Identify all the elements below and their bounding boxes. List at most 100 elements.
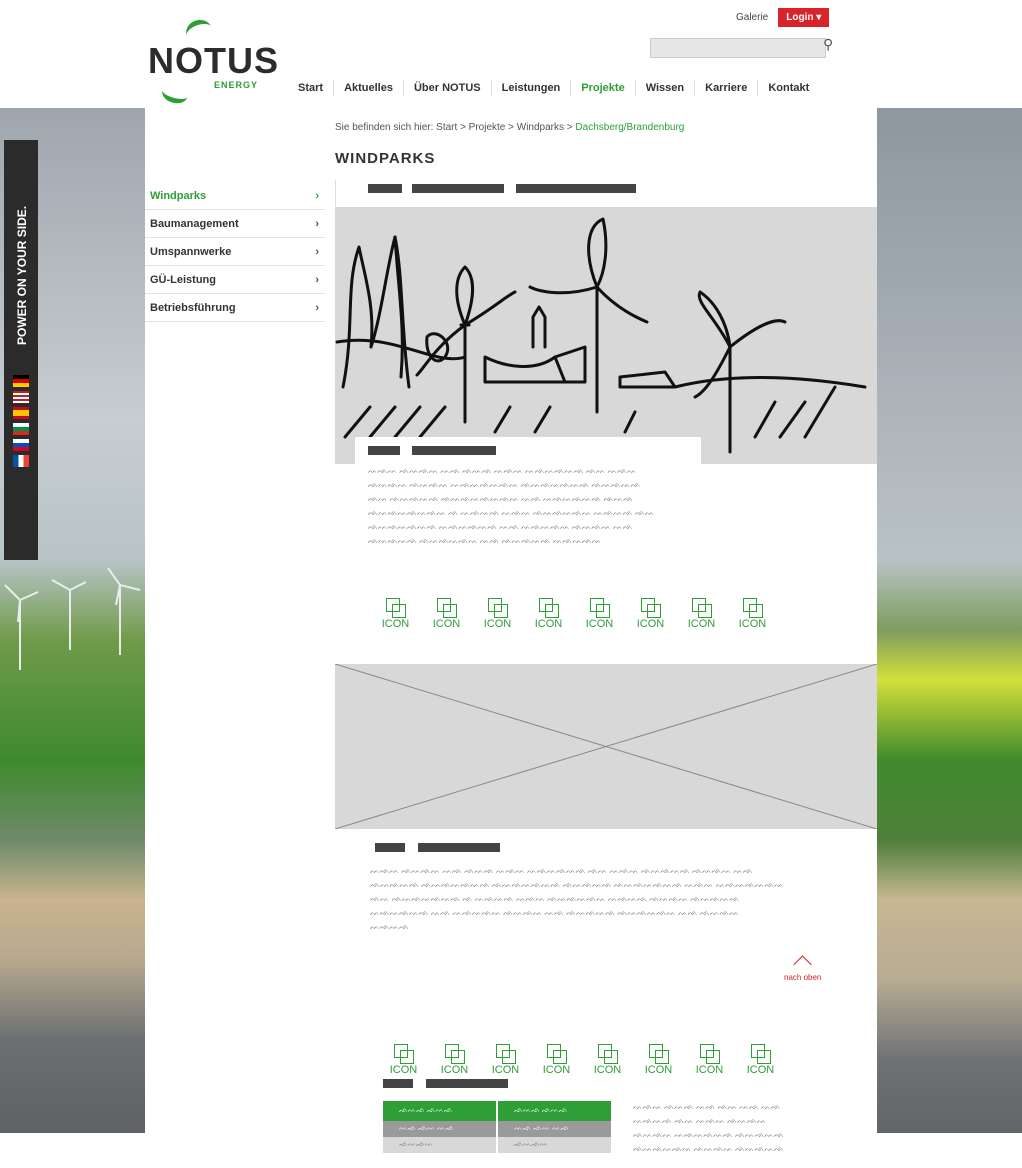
icon-label: ICON bbox=[381, 618, 410, 630]
icon-link[interactable]: ICON bbox=[574, 598, 625, 630]
text-line: ᨒᨓᨒᨓᨒᨓᨒᨓ ᨒ ᨓᨒᨓᨒ ᨓᨒᨓ ᨒᨓᨒᨓᨒᨓ ᨓᨒᨓᨒ ᨒᨓ bbox=[368, 508, 655, 517]
nav-aktuelles[interactable]: Aktuelles bbox=[333, 80, 403, 96]
power-banner-text: POWER ON YOUR SIDE. bbox=[15, 206, 29, 345]
text-line: ᨓᨒᨓ ᨒᨓᨒ ᨓᨒ ᨒᨓ ᨓᨒ ᨓᨒ bbox=[633, 1102, 781, 1111]
logo-wordmark: NOTUS bbox=[148, 40, 279, 81]
table-cell: ᨒᨓᨒᨓ bbox=[383, 1137, 498, 1153]
text-line: ᨓᨒᨓᨒ bbox=[370, 922, 410, 931]
main-navigation: Start Aktuelles Über NOTUS Leistungen Pr… bbox=[292, 80, 819, 96]
flag-bg-icon[interactable] bbox=[13, 423, 29, 435]
nav-projekte[interactable]: Projekte bbox=[570, 80, 634, 96]
text-line: ᨒᨓᨒᨓᨒ ᨒᨓᨒᨓᨒᨓᨒ ᨒᨓᨒᨓᨒᨓᨒ ᨒᨓᨒᨓᨒ ᨒᨓᨒᨓᨒᨓᨒ ᨓᨒᨓ … bbox=[370, 880, 784, 889]
text-line: ᨓᨒᨓ ᨒᨓᨒᨓ ᨓᨒ ᨒᨓᨒ ᨓᨒᨓ ᨓᨒᨓᨒᨓᨒ ᨒᨓ ᨓᨒᨓ bbox=[368, 466, 637, 475]
back-to-top-link[interactable]: nach oben bbox=[784, 955, 821, 982]
placeholder-icon bbox=[597, 1044, 618, 1064]
icon-link[interactable]: ICON bbox=[472, 598, 523, 630]
text-line: ᨓᨒᨓ ᨒᨓᨒᨓ ᨓᨒ ᨒᨓᨒ ᨓᨒᨓ ᨓᨒᨓᨒᨓᨒ ᨒᨓ ᨓᨒᨓ ᨒᨓᨒᨓᨒ … bbox=[370, 866, 753, 875]
placeholder-icon bbox=[691, 598, 712, 618]
nav-karriere[interactable]: Karriere bbox=[694, 80, 757, 96]
icon-link[interactable]: ICON bbox=[676, 598, 727, 630]
icon-label: ICON bbox=[432, 618, 461, 630]
icon-link[interactable]: ICON bbox=[429, 1044, 480, 1076]
placeholder-icon bbox=[546, 1044, 567, 1064]
search-input[interactable] bbox=[650, 38, 826, 58]
flag-fr-icon[interactable] bbox=[13, 455, 29, 467]
nav-ueber-notus[interactable]: Über NOTUS bbox=[402, 80, 491, 96]
icon-link[interactable]: ICON bbox=[625, 598, 676, 630]
breadcrumb-path[interactable]: Sie befinden sich hier: Start > Projekte… bbox=[335, 122, 575, 133]
background-photo-right bbox=[877, 0, 1022, 1168]
placeholder-icon bbox=[444, 1044, 465, 1064]
flag-ru-icon[interactable] bbox=[13, 439, 29, 451]
side-text: ᨓᨒᨓ ᨒᨓᨒ ᨓᨒ ᨒᨓ ᨓᨒ ᨓᨒ ᨓᨒᨓᨒ ᨒᨓ ᨓᨒᨓ ᨒᨓᨒᨓ ᨒᨓᨒ… bbox=[633, 1100, 833, 1156]
heading-placeholder-bar bbox=[412, 184, 504, 193]
nav-kontakt[interactable]: Kontakt bbox=[757, 80, 819, 96]
text-line: ᨒᨓᨒᨓ ᨓᨒᨓᨒᨓᨒ ᨒᨓᨒᨓᨒ bbox=[633, 1130, 784, 1139]
icon-link[interactable]: ICON bbox=[421, 598, 472, 630]
icon-link[interactable]: ICON bbox=[378, 1044, 429, 1076]
nav-start[interactable]: Start bbox=[292, 80, 333, 96]
image-placeholder bbox=[335, 664, 877, 829]
breadcrumb-current[interactable]: Dachsberg/Brandenburg bbox=[575, 122, 684, 133]
icon-link[interactable]: ICON bbox=[684, 1044, 735, 1076]
sidebar-item-umspannwerke[interactable]: Umspannwerke › bbox=[145, 238, 325, 266]
icon-link[interactable]: ICON bbox=[727, 598, 778, 630]
icon-label: ICON bbox=[738, 618, 767, 630]
notus-logo[interactable]: NOTUS ENERGY bbox=[148, 16, 278, 107]
text-line: ᨓᨒᨓᨒ ᨒᨓ ᨓᨒᨓ ᨒᨓᨒᨓ bbox=[633, 1116, 767, 1125]
placeholder-icon bbox=[487, 598, 508, 618]
icon-row-2: ICON ICON ICON ICON ICON ICON ICON ICON bbox=[378, 1044, 786, 1076]
placeholder-icon bbox=[589, 598, 610, 618]
icon-label: ICON bbox=[585, 618, 614, 630]
sidebar-item-gue-leistung[interactable]: GÜ-Leistung › bbox=[145, 266, 325, 294]
divider bbox=[335, 180, 336, 206]
flag-es-icon[interactable] bbox=[13, 407, 29, 419]
sidebar-item-label: Umspannwerke bbox=[150, 245, 232, 258]
flag-us-icon[interactable] bbox=[13, 391, 29, 403]
chevron-right-icon: › bbox=[315, 189, 319, 202]
icon-link[interactable]: ICON bbox=[735, 1044, 786, 1076]
placeholder-icon bbox=[495, 1044, 516, 1064]
icon-label: ICON bbox=[746, 1064, 775, 1076]
logo-subtitle: ENERGY bbox=[214, 80, 259, 90]
table-cell: ᨒᨓᨒᨓ bbox=[498, 1137, 613, 1153]
icon-link[interactable]: ICON bbox=[633, 1044, 684, 1076]
text-line: ᨒᨓ ᨒᨓᨒᨓᨒᨓᨒ ᨒ ᨓᨒᨓᨒ ᨓᨒᨓ ᨒᨓᨒᨓᨒᨓ ᨓᨒᨓᨒ ᨒᨓᨒᨓ ᨒ… bbox=[370, 894, 740, 903]
sidebar-item-windparks[interactable]: Windparks › bbox=[145, 182, 325, 210]
icon-label: ICON bbox=[695, 1064, 724, 1076]
icon-label: ICON bbox=[593, 1064, 622, 1076]
chevron-right-icon: › bbox=[315, 217, 319, 230]
placeholder-icon bbox=[538, 598, 559, 618]
login-button[interactable]: Login ▾ bbox=[778, 8, 830, 27]
hero-caption-box bbox=[355, 437, 701, 464]
power-banner: POWER ON YOUR SIDE. bbox=[4, 140, 38, 560]
flag-de-icon[interactable] bbox=[13, 375, 29, 387]
icon-label: ICON bbox=[534, 618, 563, 630]
nav-wissen[interactable]: Wissen bbox=[634, 80, 694, 96]
placeholder-icon bbox=[742, 598, 763, 618]
icon-link[interactable]: ICON bbox=[582, 1044, 633, 1076]
section1-text: ᨓᨒᨓ ᨒᨓᨒᨓ ᨓᨒ ᨒᨓᨒ ᨓᨒᨓ ᨓᨒᨓᨒᨓᨒ ᨒᨓ ᨓᨒᨓ ᨒᨓᨒᨓ ᨒ… bbox=[368, 464, 668, 548]
text-line: ᨒᨓᨒᨓᨒᨓ ᨒᨓᨒᨓ ᨒᨓᨒᨓᨒ bbox=[633, 1144, 784, 1153]
sidebar-item-betriebsfuehrung[interactable]: Betriebsführung › bbox=[145, 294, 325, 322]
text-line: ᨒᨓᨒᨓᨒᨓᨒ ᨓᨒᨓᨒᨓᨒ ᨓᨒ ᨓᨒᨓᨒᨓ ᨒᨓᨒᨓ ᨓᨒ bbox=[368, 522, 633, 531]
sidebar-item-label: GÜ-Leistung bbox=[150, 273, 216, 286]
icon-link[interactable]: ICON bbox=[523, 598, 574, 630]
icon-link[interactable]: ICON bbox=[531, 1044, 582, 1076]
galerie-link[interactable]: Galerie bbox=[736, 12, 768, 23]
search-icon[interactable]: ⚲ bbox=[823, 36, 833, 53]
sidebar-nav: Windparks › Baumanagement › Umspannwerke › … bbox=[145, 182, 325, 322]
text-line: ᨒᨓᨒᨓ ᨒᨓᨒᨓ ᨓᨒᨓᨒᨓᨒᨓ ᨒᨓᨒᨓᨒᨓᨒ ᨒᨓᨒᨓᨒ bbox=[368, 480, 641, 489]
table-row: ᨒᨓᨒᨓ ᨒᨓᨒᨓ bbox=[383, 1137, 615, 1153]
icon-link[interactable]: ICON bbox=[480, 1044, 531, 1076]
heading-placeholder-bar bbox=[375, 843, 405, 852]
nav-leistungen[interactable]: Leistungen bbox=[490, 80, 571, 96]
icon-link[interactable]: ICON bbox=[370, 598, 421, 630]
heading-placeholder-bar bbox=[516, 184, 636, 193]
sidebar-item-label: Baumanagement bbox=[150, 217, 239, 230]
icon-label: ICON bbox=[636, 618, 665, 630]
breadcrumb: Sie befinden sich hier: Start > Projekte… bbox=[335, 122, 684, 133]
heading-placeholder-bar bbox=[383, 1079, 413, 1088]
sidebar-item-baumanagement[interactable]: Baumanagement › bbox=[145, 210, 325, 238]
icon-label: ICON bbox=[687, 618, 716, 630]
